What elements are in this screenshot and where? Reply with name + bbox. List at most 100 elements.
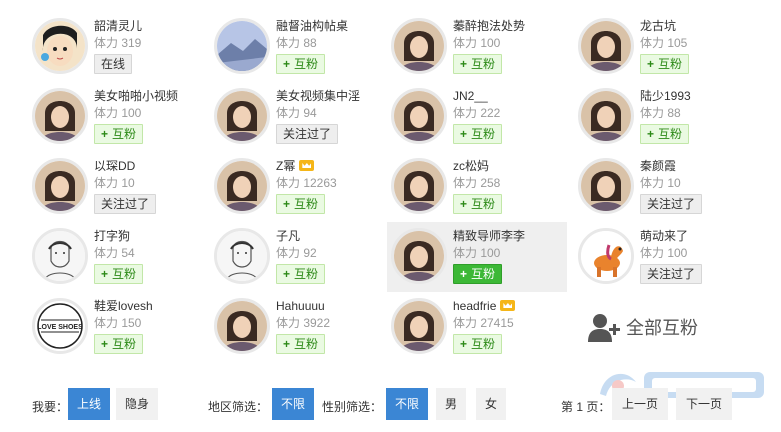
mutual-follow-button[interactable]: + 互粉	[453, 334, 503, 354]
user-card[interactable]: 萌动来了 体力 100 关注过了	[574, 222, 754, 292]
user-name[interactable]: headfrie	[453, 298, 516, 314]
user-name[interactable]: Hahuuuu	[276, 298, 330, 314]
user-card[interactable]: 韶清灵儿 体力 319 在线	[28, 12, 208, 82]
photo-avatar[interactable]	[214, 88, 270, 144]
user-name-text[interactable]: 韶清灵儿	[94, 19, 142, 33]
user-name[interactable]: 萌动来了	[640, 228, 702, 244]
mutual-follow-button[interactable]: + 互粉	[276, 334, 326, 354]
stealth-button[interactable]: 隐身	[116, 388, 158, 420]
photo-avatar[interactable]	[578, 18, 634, 74]
user-name[interactable]: 龙古坑	[640, 18, 689, 34]
mutual-follow-button[interactable]: + 互粉	[453, 194, 503, 214]
mutual-follow-button[interactable]: + 互粉	[94, 264, 144, 284]
gender-male-button[interactable]: 男	[436, 388, 466, 420]
mutual-follow-button[interactable]: + 互粉	[640, 124, 690, 144]
gender-female-button[interactable]: 女	[476, 388, 506, 420]
mutual-follow-button[interactable]: + 互粉	[94, 124, 144, 144]
user-name-text[interactable]: Hahuuuu	[276, 299, 325, 313]
photo-avatar[interactable]	[391, 88, 447, 144]
user-name[interactable]: Z幂	[276, 158, 337, 174]
logo-avatar[interactable]: LOVE SHOES	[32, 298, 88, 354]
follow-state-button[interactable]: 关注过了	[94, 194, 157, 214]
user-name[interactable]: 融督油构帖桌	[276, 18, 348, 34]
user-name[interactable]: 蓁醉抱法处势	[453, 18, 525, 34]
gender-any-button[interactable]: 不限	[386, 388, 428, 420]
user-name-text[interactable]: 萌动来了	[640, 229, 688, 243]
user-name[interactable]: zc松妈	[453, 158, 502, 174]
photo-avatar[interactable]	[214, 298, 270, 354]
user-name-text[interactable]: 以琛DD	[94, 159, 135, 173]
photo-avatar[interactable]	[214, 158, 270, 214]
toy-horse-avatar[interactable]	[578, 228, 634, 284]
user-name-text[interactable]: 蓁醉抱法处势	[453, 19, 525, 33]
user-card[interactable]: headfrie 体力 27415 + 互粉	[387, 292, 567, 362]
user-name[interactable]: JN2__	[453, 88, 502, 104]
user-card[interactable]: 子凡 体力 92 + 互粉	[210, 222, 390, 292]
user-name[interactable]: 陆少1993	[640, 88, 691, 104]
cartoon-avatar[interactable]	[32, 18, 88, 74]
user-name-text[interactable]: 秦颜霞	[640, 159, 676, 173]
next-page-button[interactable]: 下一页	[676, 388, 732, 420]
user-name-text[interactable]: 鞋爱lovesh	[94, 299, 153, 313]
sketch-avatar[interactable]	[214, 228, 270, 284]
photo-avatar[interactable]	[391, 158, 447, 214]
user-card[interactable]: 龙古坑 体力 105 + 互粉	[574, 12, 754, 82]
photo-avatar[interactable]	[32, 158, 88, 214]
user-name-text[interactable]: 美女啪啪小视频	[94, 89, 178, 103]
user-name[interactable]: 秦颜霞	[640, 158, 702, 174]
user-card[interactable]: 打字狗 体力 54 + 互粉	[28, 222, 208, 292]
user-name-text[interactable]: 龙古坑	[640, 19, 676, 33]
mutual-follow-button[interactable]: + 互粉	[453, 264, 503, 284]
mutual-follow-button[interactable]: + 互粉	[640, 54, 690, 74]
user-card[interactable]: zc松妈 体力 258 + 互粉	[387, 152, 567, 222]
user-name-text[interactable]: zc松妈	[453, 159, 489, 173]
user-card[interactable]: Hahuuuu 体力 3922 + 互粉	[210, 292, 390, 362]
user-card[interactable]: 以琛DD 体力 10 关注过了	[28, 152, 208, 222]
online-button[interactable]: 上线	[68, 388, 110, 420]
user-name-text[interactable]: 子凡	[276, 229, 300, 243]
user-name-text[interactable]: headfrie	[453, 299, 496, 313]
follow-state-button[interactable]: 关注过了	[276, 124, 339, 144]
user-card[interactable]: 精致导师李李 体力 100 + 互粉	[387, 222, 567, 292]
mutual-follow-button[interactable]: + 互粉	[453, 124, 503, 144]
user-card[interactable]: LOVE SHOES 鞋爱lovesh 体力 150 + 互粉	[28, 292, 208, 362]
user-name[interactable]: 美女啪啪小视频	[94, 88, 178, 104]
mutual-follow-button[interactable]: + 互粉	[453, 54, 503, 74]
user-name-text[interactable]: 融督油构帖桌	[276, 19, 348, 33]
user-name-text[interactable]: 陆少1993	[640, 89, 691, 103]
user-card[interactable]: Z幂 体力 12263 + 互粉	[210, 152, 390, 222]
prev-page-button[interactable]: 上一页	[612, 388, 668, 420]
user-card[interactable]: 美女视频集中淫 体力 94 关注过了	[210, 82, 390, 152]
photo-avatar[interactable]	[578, 88, 634, 144]
user-name-text[interactable]: 美女视频集中淫	[276, 89, 360, 103]
user-card[interactable]: 融督油构帖桌 体力 88 + 互粉	[210, 12, 390, 82]
follow-state-button[interactable]: 在线	[94, 54, 133, 74]
user-name[interactable]: 子凡	[276, 228, 325, 244]
mutual-follow-button[interactable]: + 互粉	[276, 194, 326, 214]
all-mutual-button[interactable]: 全部互粉	[588, 312, 698, 342]
user-name[interactable]: 美女视频集中淫	[276, 88, 360, 104]
user-name[interactable]: 以琛DD	[94, 158, 156, 174]
follow-state-button[interactable]: 关注过了	[640, 194, 703, 214]
landscape-avatar[interactable]	[214, 18, 270, 74]
photo-avatar[interactable]	[391, 18, 447, 74]
user-name[interactable]: 鞋爱lovesh	[94, 298, 153, 314]
user-name[interactable]: 精致导师李李	[453, 228, 525, 244]
user-name-text[interactable]: 精致导师李李	[453, 229, 525, 243]
user-card[interactable]: 蓁醉抱法处势 体力 100 + 互粉	[387, 12, 567, 82]
mutual-follow-button[interactable]: + 互粉	[276, 54, 326, 74]
sketch-avatar[interactable]	[32, 228, 88, 284]
follow-state-button[interactable]: 关注过了	[640, 264, 703, 284]
photo-avatar[interactable]	[391, 298, 447, 354]
user-name[interactable]: 打字狗	[94, 228, 143, 244]
user-card[interactable]: 美女啪啪小视频 体力 100 + 互粉	[28, 82, 208, 152]
mutual-follow-button[interactable]: + 互粉	[94, 334, 144, 354]
user-name-text[interactable]: JN2__	[453, 89, 488, 103]
user-name-text[interactable]: 打字狗	[94, 229, 130, 243]
photo-avatar[interactable]	[391, 228, 447, 284]
mutual-follow-button[interactable]: + 互粉	[276, 264, 326, 284]
user-card[interactable]: JN2__ 体力 222 + 互粉	[387, 82, 567, 152]
user-name-text[interactable]: Z幂	[276, 159, 295, 173]
region-any-button[interactable]: 不限	[272, 388, 314, 420]
user-card[interactable]: 陆少1993 体力 88 + 互粉	[574, 82, 754, 152]
